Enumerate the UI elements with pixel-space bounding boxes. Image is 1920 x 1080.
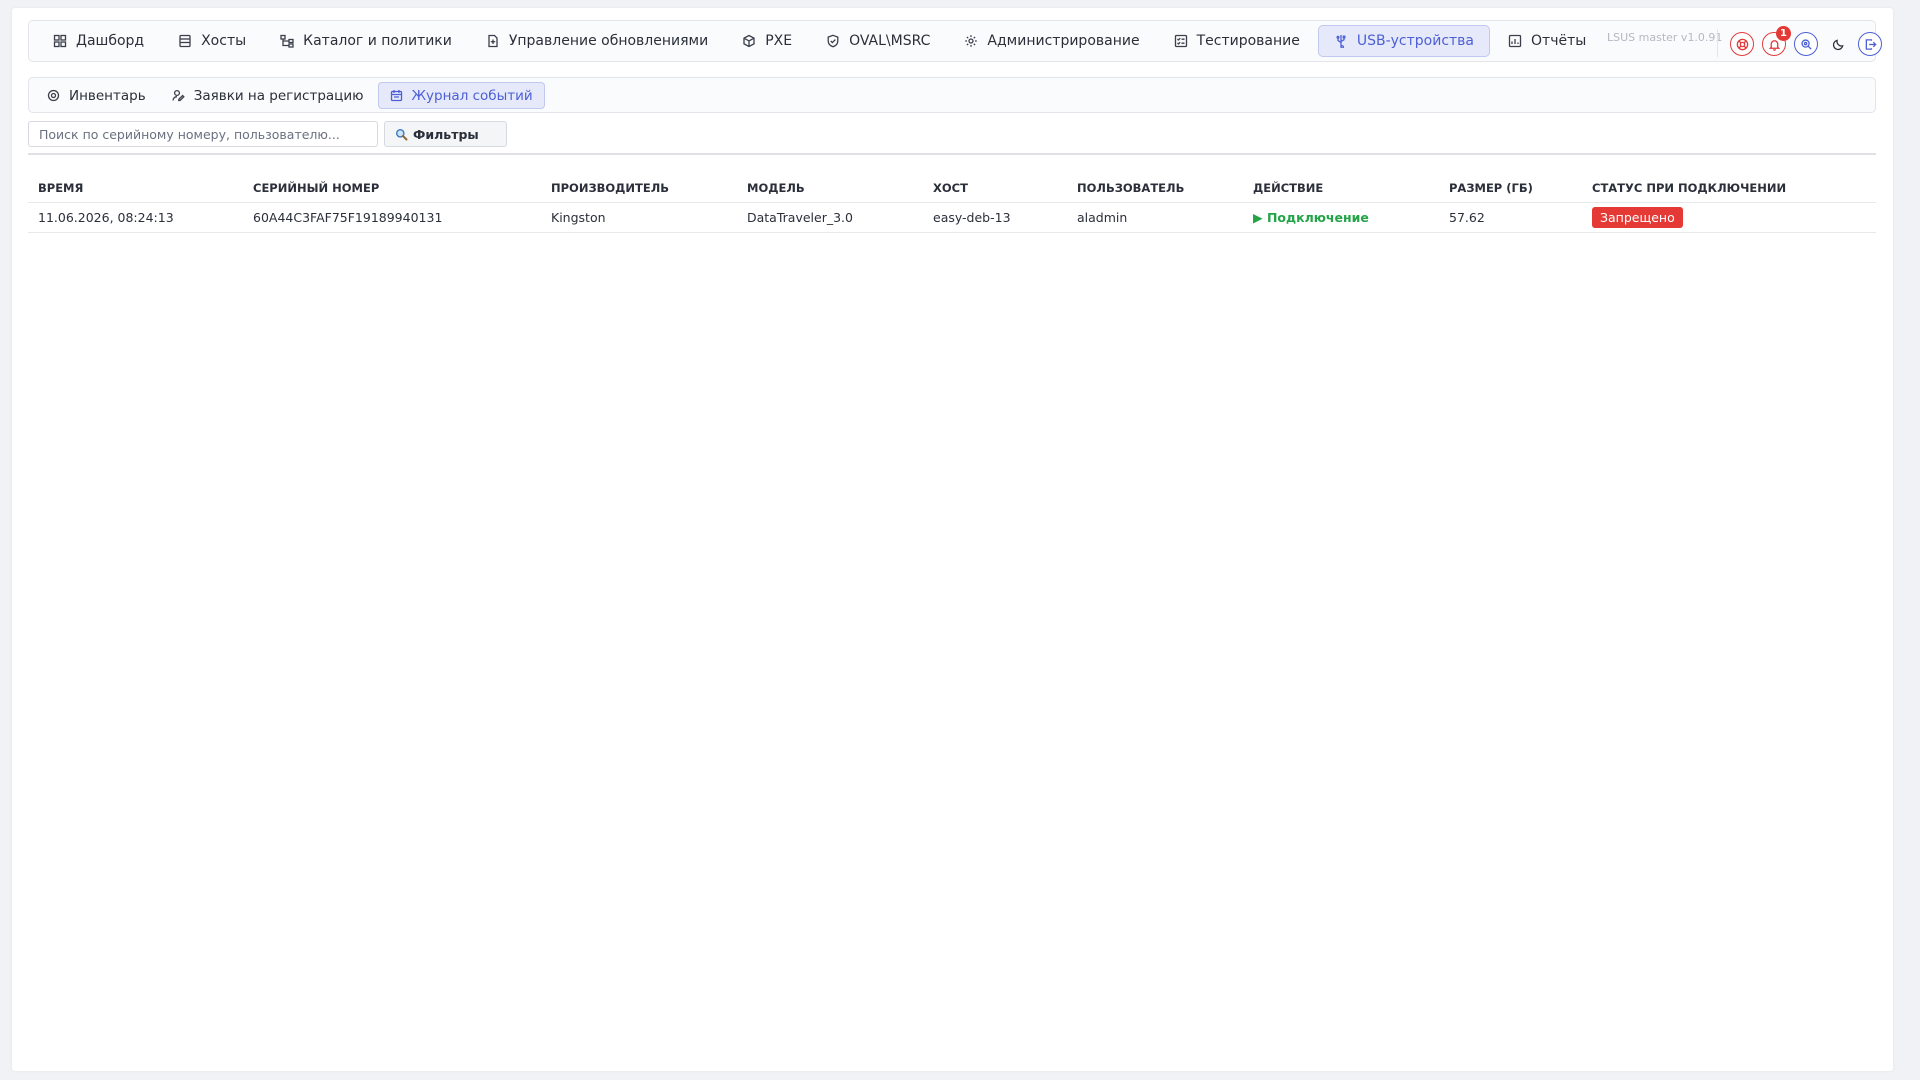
column-header-model[interactable]: МОДЕЛЬ bbox=[737, 174, 923, 203]
logout-icon bbox=[1865, 38, 1877, 50]
moon-icon bbox=[1832, 38, 1844, 50]
nav-item-hosts[interactable]: Хосты bbox=[162, 25, 262, 57]
column-header-status[interactable]: СТАТУС ПРИ ПОДКЛЮЧЕНИИ bbox=[1582, 174, 1876, 203]
tab-inventory[interactable]: Инвентарь bbox=[35, 82, 158, 109]
tab-registration-requests[interactable]: Заявки на регистрацию bbox=[160, 82, 376, 109]
column-header-serial[interactable]: СЕРИЙНЫЙ НОМЕР bbox=[243, 174, 541, 203]
nav-item-oval-msrc[interactable]: OVAL\MSRC bbox=[810, 25, 946, 57]
checklist-icon bbox=[1174, 34, 1188, 48]
cell-time: 11.06.2026, 08:24:13 bbox=[28, 202, 243, 233]
shield-icon bbox=[826, 34, 840, 48]
nav-items: Дашборд Хосты Каталог и политики Управле… bbox=[37, 25, 1604, 57]
cell-vendor: Kingston bbox=[541, 202, 737, 233]
search-button[interactable] bbox=[1794, 32, 1818, 56]
cell-user: aladmin bbox=[1067, 202, 1243, 233]
cell-action: ▶ Подключение bbox=[1243, 202, 1439, 233]
column-header-host[interactable]: ХОСТ bbox=[923, 174, 1067, 203]
filters-label: Фильтры bbox=[413, 126, 479, 142]
notification-badge: 1 bbox=[1776, 26, 1791, 41]
column-header-size[interactable]: РАЗМЕР (ГБ) bbox=[1439, 174, 1582, 203]
column-header-action[interactable]: ДЕЙСТВИЕ bbox=[1243, 174, 1439, 203]
version-label: LSUS master v1.0.91 bbox=[1607, 31, 1723, 44]
nav-item-dashboard[interactable]: Дашборд bbox=[37, 25, 160, 57]
nav-item-label: PXE bbox=[765, 33, 793, 49]
nav-item-pxe[interactable]: PXE bbox=[726, 25, 808, 57]
calendar-icon bbox=[390, 89, 403, 102]
file-plus-icon bbox=[486, 34, 500, 48]
sitemap-icon bbox=[280, 34, 294, 48]
nav-item-reports[interactable]: Отчёты bbox=[1492, 25, 1602, 57]
nav-item-label: Дашборд bbox=[76, 33, 145, 49]
top-navigation: Дашборд Хосты Каталог и политики Управле… bbox=[28, 20, 1882, 62]
cell-status: Запрещено bbox=[1582, 202, 1876, 233]
nav-item-administration[interactable]: Администрирование bbox=[948, 25, 1155, 57]
nav-divider bbox=[1717, 29, 1718, 57]
notifications-button[interactable]: 1 bbox=[1762, 26, 1791, 56]
column-header-time[interactable]: ВРЕМЯ bbox=[28, 174, 243, 203]
help-button[interactable] bbox=[1730, 32, 1754, 56]
nav-item-label: Управление обновлениями bbox=[508, 33, 709, 49]
sub-items: Инвентарь Заявки на регистрацию Журнал с… bbox=[35, 82, 547, 109]
filters-button[interactable]: Фильтры bbox=[384, 121, 507, 147]
nav-item-label: Тестирование bbox=[1196, 33, 1300, 49]
cube-icon bbox=[742, 34, 756, 48]
status-badge: Запрещено bbox=[1592, 206, 1683, 228]
nav-item-label: Каталог и политики bbox=[303, 33, 452, 49]
inventory-icon bbox=[47, 89, 60, 102]
app-window: Дашборд Хосты Каталог и политики Управле… bbox=[12, 8, 1893, 1071]
nav-item-label: Отчёты bbox=[1531, 33, 1587, 49]
events-table: ВРЕМЯ СЕРИЙНЫЙ НОМЕР ПРОИЗВОДИТЕЛЬ МОДЕЛ… bbox=[28, 174, 1876, 233]
tab-label: Заявки на регистрацию bbox=[193, 87, 364, 104]
server-icon bbox=[178, 34, 192, 48]
zoom-search-icon bbox=[1800, 38, 1812, 50]
nav-item-testing[interactable]: Тестирование bbox=[1158, 25, 1316, 57]
cell-host: easy-deb-13 bbox=[923, 202, 1067, 233]
column-header-user[interactable]: ПОЛЬЗОВАТЕЛЬ bbox=[1067, 174, 1243, 203]
report-icon bbox=[1508, 34, 1522, 48]
magnifier-icon bbox=[395, 128, 408, 141]
cell-serial: 60A44C3FAF75F19189940131 bbox=[243, 202, 541, 233]
cell-size: 57.62 bbox=[1439, 202, 1582, 233]
tab-label: Журнал событий bbox=[411, 87, 533, 104]
usb-icon bbox=[1334, 34, 1348, 48]
dashboard-icon bbox=[53, 34, 67, 48]
table-header-row: ВРЕМЯ СЕРИЙНЫЙ НОМЕР ПРОИЗВОДИТЕЛЬ МОДЕЛ… bbox=[28, 174, 1876, 203]
section-divider bbox=[28, 153, 1876, 155]
nav-item-usb-devices[interactable]: USB-устройства bbox=[1317, 25, 1491, 57]
nav-item-label: OVAL\MSRC bbox=[849, 33, 931, 49]
table-row[interactable]: 11.06.2026, 08:24:13 60A44C3FAF75F191899… bbox=[28, 202, 1876, 233]
nav-item-catalog[interactable]: Каталог и политики bbox=[264, 25, 468, 57]
nav-item-label: USB-устройства bbox=[1356, 33, 1475, 49]
search-input[interactable] bbox=[28, 121, 378, 147]
user-edit-icon bbox=[172, 89, 185, 102]
tab-label: Инвентарь bbox=[69, 87, 146, 104]
logout-button[interactable] bbox=[1858, 32, 1882, 56]
theme-toggle-button[interactable] bbox=[1826, 32, 1850, 56]
cell-model: DataTraveler_3.0 bbox=[737, 202, 923, 233]
nav-item-label: Хосты bbox=[201, 33, 247, 49]
cog-icon bbox=[964, 34, 978, 48]
sub-navigation: Инвентарь Заявки на регистрацию Журнал с… bbox=[28, 77, 1876, 113]
column-header-vendor[interactable]: ПРОИЗВОДИТЕЛЬ bbox=[541, 174, 737, 203]
nav-item-label: Администрирование bbox=[987, 33, 1140, 49]
tab-event-log[interactable]: Журнал событий bbox=[377, 82, 545, 109]
lifebuoy-icon bbox=[1736, 38, 1748, 50]
nav-item-updates[interactable]: Управление обновлениями bbox=[470, 25, 724, 57]
